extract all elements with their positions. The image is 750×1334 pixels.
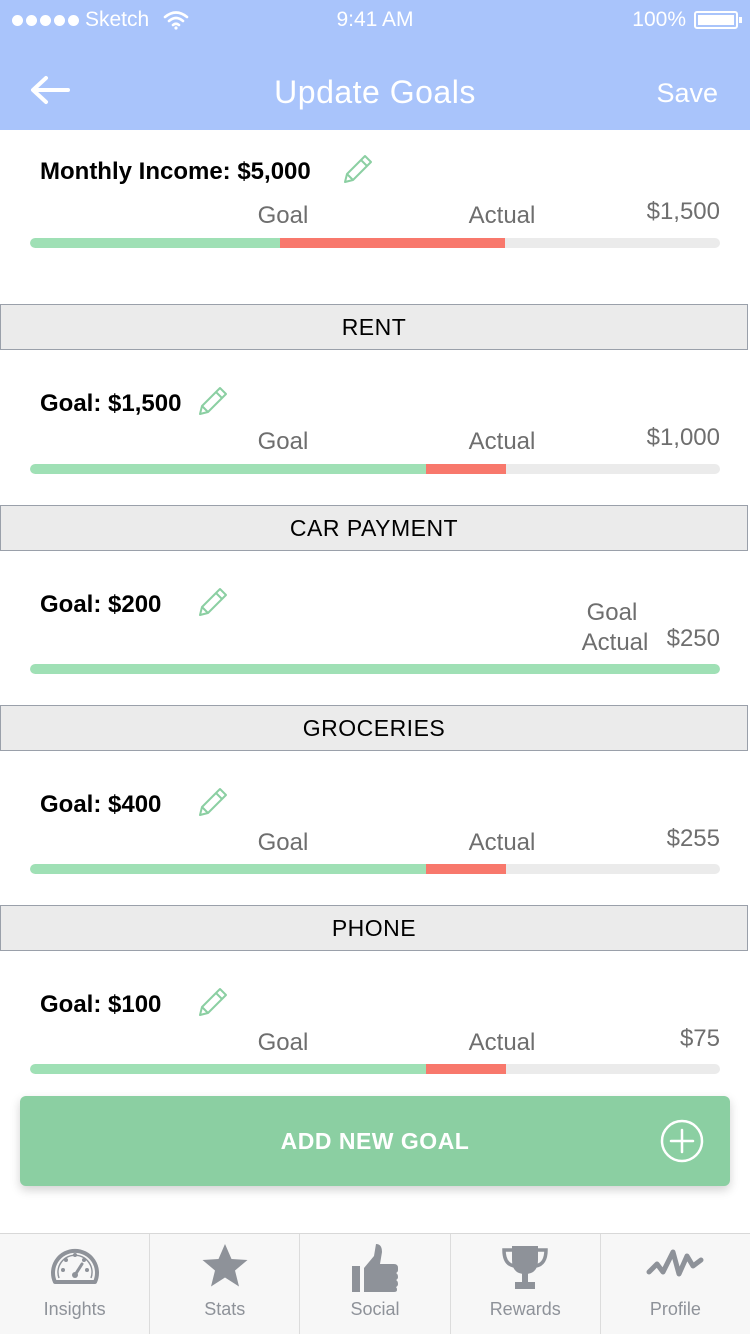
- gauge-icon: [50, 1248, 99, 1284]
- goal-label: Goal: $1,500: [40, 390, 182, 417]
- progress-goal-segment: [30, 1064, 426, 1074]
- tab-stats[interactable]: Stats: [150, 1234, 301, 1334]
- goal-block-car-payment: Goal: $200 Goal Actual $250: [0, 551, 750, 705]
- actual-marker: Actual: [468, 428, 536, 455]
- amount-value: $250: [666, 625, 720, 652]
- tab-insights[interactable]: Insights: [0, 1234, 151, 1334]
- progress-goal-segment: [30, 464, 426, 474]
- goal-block-groceries: Goal: $400 Goal Actual $255: [0, 751, 750, 905]
- amount-value: $1,500: [646, 198, 720, 225]
- tab-label: Rewards: [489, 1299, 561, 1319]
- pencil-icon[interactable]: [341, 152, 375, 186]
- thumbs-up-icon: [352, 1244, 398, 1292]
- progress-over-segment: [426, 1064, 506, 1074]
- category-header-rent: RENT: [0, 304, 748, 350]
- goal-marker: Goal: [257, 428, 309, 455]
- pencil-icon[interactable]: [196, 985, 230, 1019]
- category-header-car-payment: CAR PAYMENT: [0, 505, 748, 551]
- actual-marker: Actual: [581, 629, 649, 656]
- actual-marker: Actual: [468, 829, 536, 856]
- progress-goal-segment: [30, 664, 720, 674]
- tab-social[interactable]: Social: [300, 1234, 451, 1334]
- actual-marker: Actual: [468, 202, 536, 229]
- goal-marker: Goal: [257, 1029, 309, 1056]
- page-title: Update Goals: [274, 74, 476, 110]
- progress-over-segment: [426, 864, 506, 874]
- progress-goal-segment: [30, 864, 426, 874]
- goal-marker: Goal: [586, 599, 638, 626]
- battery-percentage: 100%: [632, 8, 686, 31]
- goal-marker: Goal: [257, 829, 309, 856]
- progress-goal-segment: [30, 238, 280, 248]
- app-header: Sketch 9:41 AM 100% Update Goals Save: [0, 0, 750, 130]
- progress-bar: [30, 664, 720, 674]
- pencil-icon[interactable]: [196, 785, 230, 819]
- save-button[interactable]: Save: [656, 78, 718, 109]
- tab-rewards[interactable]: Rewards: [451, 1234, 601, 1334]
- progress-bar: [30, 238, 720, 248]
- pencil-icon[interactable]: [196, 585, 230, 619]
- progress-over-segment: [426, 464, 506, 474]
- income-block: Monthly Income: $5,000 Goal Actual $1,50…: [0, 130, 750, 304]
- goal-block-phone: Goal: $100 Goal Actual $75: [0, 951, 750, 1105]
- progress-over-segment: [280, 238, 505, 248]
- progress-bar: [30, 1064, 720, 1074]
- tab-label: Social: [350, 1299, 400, 1319]
- add-new-goal-button[interactable]: ADD NEW GOAL: [20, 1096, 730, 1186]
- plus-circle-icon: [660, 1119, 704, 1163]
- star-icon: [202, 1244, 248, 1287]
- goal-label: Goal: $100: [40, 991, 162, 1018]
- category-header-groceries: GROCERIES: [0, 705, 748, 751]
- goal-block-rent: Goal: $1,500 Goal Actual $1,000: [0, 350, 750, 505]
- nav-bar: Update Goals Save: [0, 50, 750, 130]
- battery-icon: [694, 11, 742, 29]
- amount-value: $75: [679, 1025, 720, 1052]
- tab-label: Profile: [649, 1299, 701, 1319]
- amount-value: $1,000: [646, 424, 720, 451]
- goal-label: Goal: $400: [40, 791, 162, 818]
- add-new-goal-label: ADD NEW GOAL: [280, 1128, 470, 1154]
- category-header-phone: PHONE: [0, 905, 748, 951]
- tab-label: Insights: [43, 1299, 106, 1319]
- pencil-icon[interactable]: [196, 384, 230, 418]
- goal-label: Goal: $200: [40, 591, 162, 618]
- tab-label: Stats: [204, 1299, 246, 1319]
- amount-value: $255: [666, 825, 720, 852]
- income-label: Monthly Income: $5,000: [40, 158, 311, 185]
- actual-marker: Actual: [468, 1029, 536, 1056]
- goal-marker: Goal: [257, 202, 309, 229]
- status-right: 100%: [632, 8, 742, 32]
- activity-icon: [646, 1249, 704, 1277]
- trophy-icon: [502, 1246, 548, 1289]
- tab-bar: Insights Stats Social Rewards Profile: [0, 1233, 750, 1334]
- progress-bar: [30, 864, 720, 874]
- status-bar: Sketch 9:41 AM 100%: [0, 0, 750, 40]
- tab-profile[interactable]: Profile: [601, 1234, 750, 1334]
- progress-bar: [30, 464, 720, 474]
